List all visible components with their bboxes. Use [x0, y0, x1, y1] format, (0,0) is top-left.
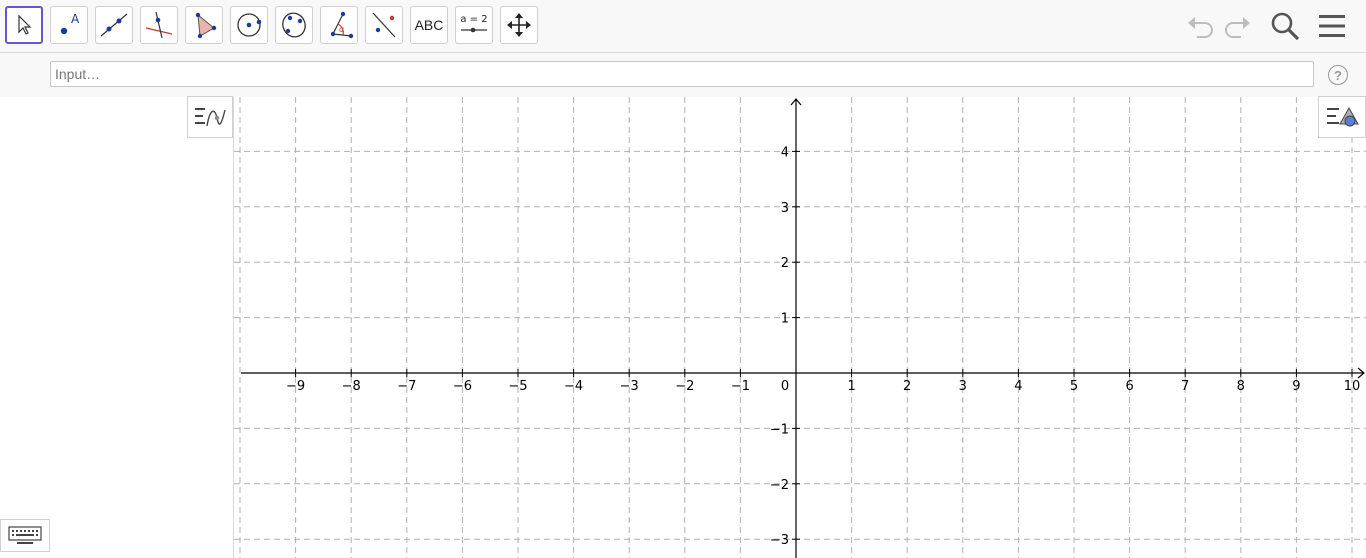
x-tick-label: 3: [959, 379, 967, 394]
perpendicular-line-tool-button[interactable]: [140, 6, 178, 44]
x-tick-label: 5: [1070, 379, 1078, 394]
input-field[interactable]: [50, 61, 1314, 87]
line-tool-button[interactable]: [95, 6, 133, 44]
x-tick-label: −8: [342, 379, 361, 394]
graphics-style-bar-button[interactable]: [1318, 96, 1366, 138]
graphics-view[interactable]: −9 −8 −7 −6 −5 −4 −3 −2 −1 1 2 3 4 5 6 7 8 9 10 0 4 3 2 1 −1 −2 −…: [234, 97, 1366, 558]
algebra-style-bar-button[interactable]: [187, 96, 233, 138]
move-arrows-icon: [507, 13, 531, 37]
axes: [241, 98, 1365, 558]
point-tool-button[interactable]: A: [50, 6, 88, 44]
redo-button[interactable]: [1222, 10, 1254, 42]
point-tool-label: A: [71, 12, 80, 26]
x-tick-label: −4: [564, 379, 583, 394]
x-tick-label: −1: [731, 379, 750, 394]
line-icon: [100, 13, 128, 37]
polygon-tool-button[interactable]: [185, 6, 223, 44]
input-bar: ?: [0, 53, 1366, 97]
algebra-style-icon: [195, 108, 226, 127]
keyboard-icon: [8, 525, 42, 544]
x-tick-label: −6: [453, 379, 472, 394]
x-tick-label: −2: [675, 379, 694, 394]
search-button[interactable]: [1269, 10, 1301, 42]
x-tick-label: −9: [286, 379, 305, 394]
polygon-icon: [195, 12, 217, 39]
move-tool-button[interactable]: [5, 6, 43, 44]
circle-tool-button[interactable]: [230, 6, 268, 44]
reflect-tool-button[interactable]: [365, 6, 403, 44]
main-menu-button[interactable]: [1316, 10, 1348, 42]
move-graphics-tool-button[interactable]: [500, 6, 538, 44]
angle-tool-button[interactable]: α: [320, 6, 358, 44]
point-icon: A: [60, 12, 80, 35]
virtual-keyboard-button[interactable]: [0, 519, 50, 552]
y-tick-label: 4: [781, 145, 789, 160]
y-tick-label: −2: [770, 478, 789, 493]
perpendicular-icon: [145, 11, 173, 39]
menu-icon: [1319, 15, 1345, 37]
angle-icon: α: [330, 11, 354, 39]
coordinate-plane[interactable]: −9 −8 −7 −6 −5 −4 −3 −2 −1 1 2 3 4 5 6 7 8 9 10 0 4 3 2 1 −1 −2 −…: [234, 97, 1366, 558]
graphics-style-icon: [1327, 106, 1359, 127]
x-tick-label: −5: [508, 379, 527, 394]
slider-tool-button[interactable]: a = 2: [455, 6, 493, 44]
origin-label: 0: [781, 379, 789, 394]
help-button[interactable]: ?: [1328, 65, 1348, 85]
x-tick-label: 1: [847, 379, 855, 394]
x-tick-label: 6: [1125, 379, 1133, 394]
slider-icon: a = 2: [460, 14, 488, 33]
y-tick-label: 3: [781, 201, 789, 216]
angle-tool-label: α: [339, 25, 344, 34]
reflect-icon: [372, 12, 396, 38]
algebra-view[interactable]: [0, 97, 234, 558]
text-tool-label: ABC: [414, 17, 444, 33]
redo-icon: [1225, 17, 1250, 38]
toolbar: A α ABC a = 2: [0, 0, 1366, 53]
x-tick-label: 8: [1237, 379, 1245, 394]
circle-icon: [237, 13, 262, 37]
grid-lines: [234, 97, 1366, 558]
help-icon: ?: [1334, 67, 1342, 83]
y-tick-label: 1: [781, 312, 789, 327]
arrow-pointer-icon: [18, 14, 32, 35]
x-tick-label: 4: [1014, 379, 1022, 394]
ellipse-icon: [282, 12, 306, 38]
x-tick-label: −3: [620, 379, 639, 394]
y-tick-label: 2: [781, 256, 789, 271]
slider-tool-label: a = 2: [460, 14, 487, 25]
search-icon: [1271, 12, 1300, 41]
x-tick-label: 7: [1181, 379, 1189, 394]
y-tick-label: −3: [770, 533, 789, 548]
undo-icon: [1188, 17, 1213, 38]
x-tick-label: 2: [903, 379, 911, 394]
x-tick-label: −7: [397, 379, 416, 394]
x-tick-label: 9: [1292, 379, 1300, 394]
undo-button[interactable]: [1184, 10, 1216, 42]
conic-tool-button[interactable]: [275, 6, 313, 44]
x-tick-label: 10: [1344, 379, 1361, 394]
y-tick-label: −1: [770, 422, 789, 437]
text-tool-button[interactable]: ABC: [410, 6, 448, 44]
